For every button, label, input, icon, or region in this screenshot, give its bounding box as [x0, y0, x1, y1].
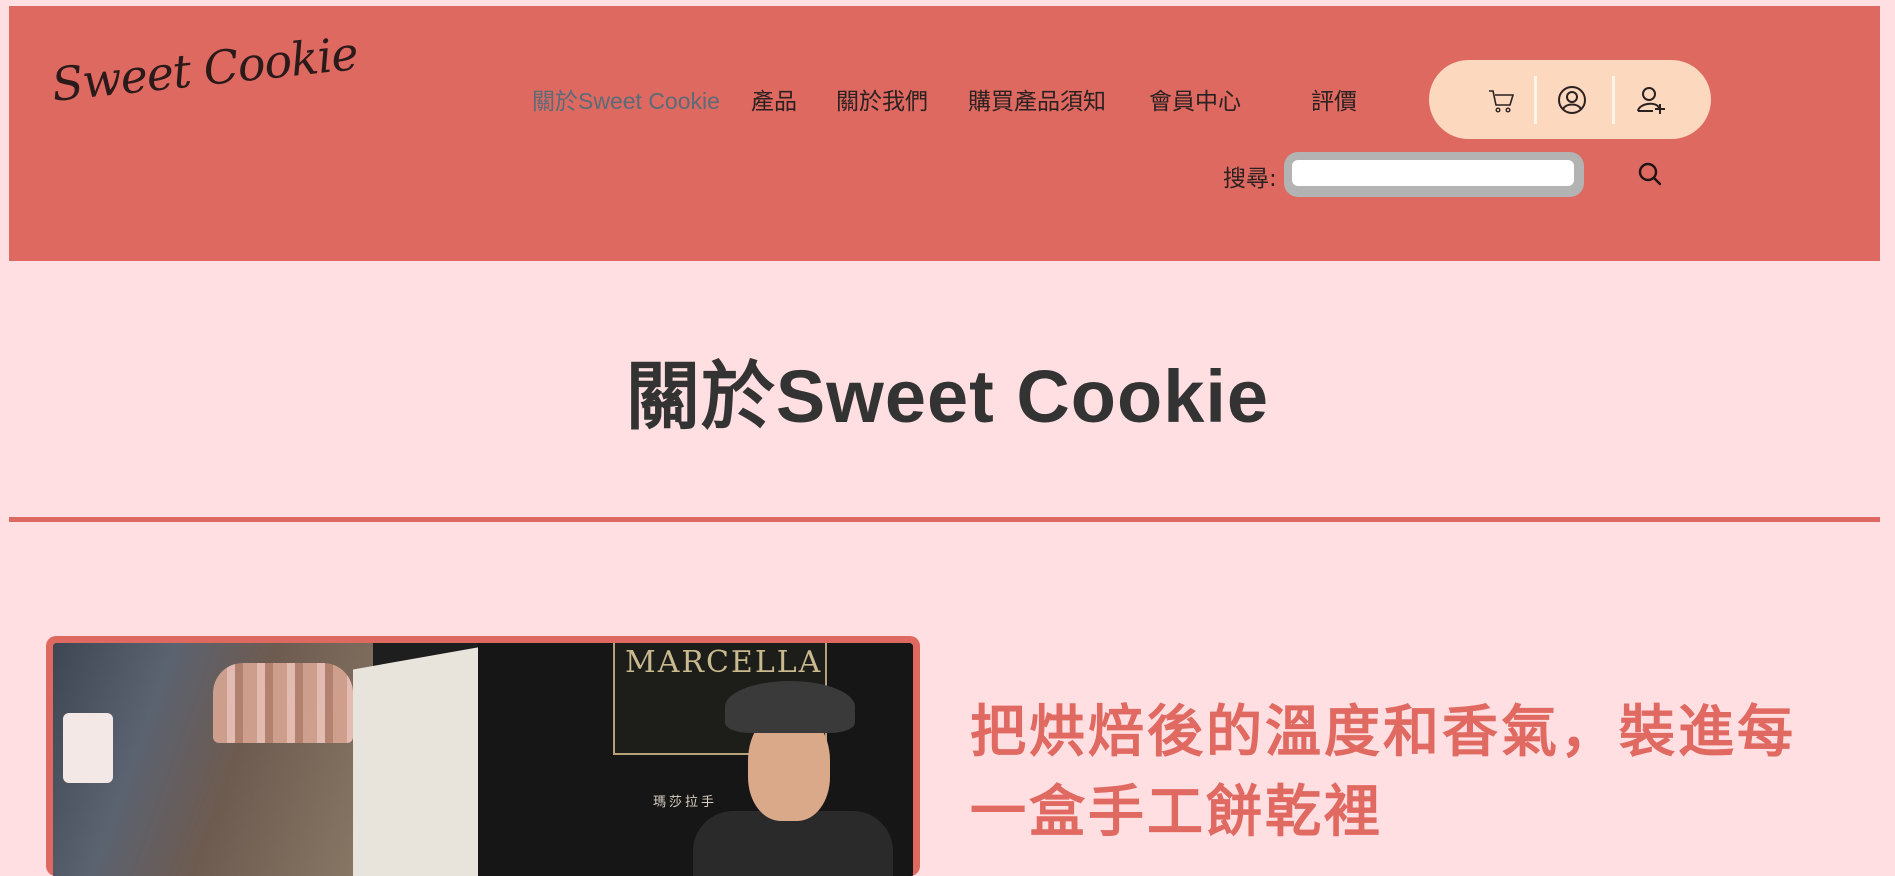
nav-item-purchase-notice[interactable]: 購買產品須知 — [968, 82, 1106, 116]
photo-sign-subtext: 瑪莎拉手 — [653, 795, 718, 810]
photo-cookies — [213, 663, 353, 743]
user-icon — [1558, 86, 1586, 114]
store-photo: MARCELLA 瑪莎拉手 — [53, 643, 913, 876]
store-photo-frame: MARCELLA 瑪莎拉手 — [46, 636, 920, 876]
register-button[interactable] — [1623, 72, 1679, 128]
page-title: 關於Sweet Cookie — [625, 355, 1270, 438]
photo-candle — [63, 713, 113, 783]
photo-sign-text: MARCELLA — [625, 645, 823, 680]
search-input[interactable] — [1292, 160, 1574, 186]
about-tagline: 把烘焙後的溫度和香氣，裝進每一盒手工餅乾裡 — [970, 700, 1796, 845]
nav-item-member-center[interactable]: 會員中心 — [1149, 82, 1241, 116]
search-label: 搜尋: — [1223, 166, 1277, 192]
section-divider — [9, 517, 1880, 522]
nav-item-reviews[interactable]: 評價 — [1311, 82, 1357, 116]
photo-person-hat — [725, 681, 855, 733]
search-icon — [1638, 162, 1662, 186]
photo-display-box — [353, 646, 483, 876]
cart-button[interactable] — [1473, 72, 1529, 128]
cart-icon — [1489, 90, 1515, 113]
nav-item-about-us[interactable]: 關於我們 — [836, 82, 928, 116]
nav-item-about-sweet-cookie[interactable]: 關於Sweet Cookie — [532, 82, 720, 116]
actions-divider — [1534, 76, 1537, 124]
account-button[interactable] — [1544, 72, 1600, 128]
header-actions — [1429, 60, 1711, 139]
user-add-icon — [1637, 87, 1665, 114]
search-button[interactable] — [1635, 159, 1665, 189]
nav-item-products[interactable]: 產品 — [751, 82, 797, 116]
actions-divider — [1612, 76, 1615, 124]
search-field — [1284, 152, 1584, 197]
page-edge — [1880, 0, 1895, 859]
